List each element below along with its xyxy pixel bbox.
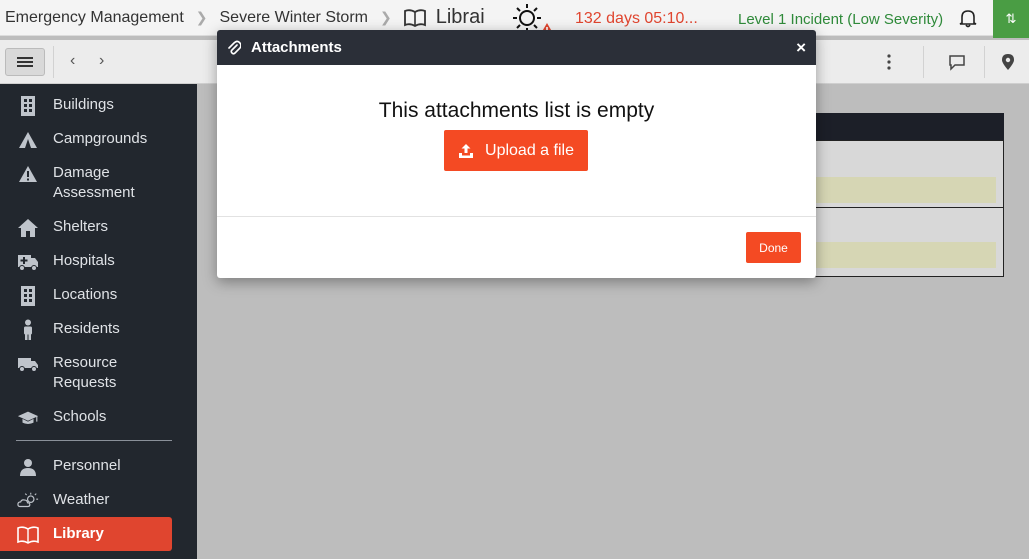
chevron-right-icon: ❯	[195, 9, 208, 25]
bell-icon[interactable]	[958, 8, 978, 28]
sidebar-item-personnel[interactable]: Personnel	[0, 456, 197, 478]
warning-icon	[17, 163, 39, 185]
sort-arrows-icon: ⇅	[1005, 11, 1017, 26]
truck-icon	[17, 353, 39, 375]
empty-state-message: This attachments list is empty	[378, 99, 655, 122]
chevron-right-icon: ❯	[379, 9, 392, 25]
more-vertical-icon[interactable]	[880, 52, 898, 72]
sidebar-divider	[16, 440, 172, 441]
menu-toggle-button[interactable]	[5, 48, 45, 76]
close-button[interactable]: ×	[796, 39, 806, 57]
book-icon	[403, 8, 426, 27]
user-icon	[17, 456, 39, 478]
incident-timer: 132 days 05:10...	[575, 10, 698, 27]
breadcrumb-emergency-management[interactable]: Emergency Management	[5, 9, 184, 27]
upload-file-button[interactable]: Upload a file	[444, 130, 588, 171]
upload-icon	[459, 143, 474, 158]
sidebar-item-locations[interactable]: Locations	[0, 285, 197, 307]
breadcrumb-severe-winter-storm[interactable]: Severe Winter Storm	[220, 9, 368, 27]
sidebar-item-buildings[interactable]: Buildings	[0, 95, 197, 117]
upload-file-label: Upload a file	[485, 141, 574, 159]
sidebar: Buildings Campgrounds Damage Assessment …	[0, 84, 197, 559]
sidebar-item-shelters[interactable]: Shelters	[0, 217, 197, 239]
hamburger-icon	[17, 57, 33, 67]
building-icon	[17, 285, 39, 307]
sidebar-item-damage-assessment[interactable]: Damage Assessment	[0, 163, 197, 203]
weather-icon	[17, 490, 39, 512]
back-arrow-icon[interactable]: ‹	[70, 52, 75, 70]
house-icon	[17, 217, 39, 239]
attachments-modal: Attachments × This attachments list is e…	[217, 30, 816, 278]
sidebar-item-schools[interactable]: Schools	[0, 407, 197, 429]
incident-level[interactable]: Level 1 Incident (Low Severity)	[738, 11, 943, 28]
sidebar-item-hospitals[interactable]: Hospitals	[0, 251, 197, 273]
tent-icon	[17, 129, 39, 151]
building-icon	[17, 95, 39, 117]
graduation-cap-icon	[17, 407, 39, 429]
ambulance-icon	[17, 251, 39, 273]
comment-icon[interactable]	[948, 52, 966, 72]
person-icon	[17, 319, 39, 341]
modal-footer-divider	[217, 216, 816, 217]
map-pin-icon[interactable]	[999, 52, 1017, 72]
book-icon	[17, 524, 39, 546]
forward-arrow-icon[interactable]: ›	[99, 52, 104, 70]
done-button[interactable]: Done	[746, 232, 801, 263]
paperclip-icon	[228, 40, 241, 55]
modal-title: Attachments	[251, 39, 342, 56]
sidebar-item-campgrounds[interactable]: Campgrounds	[0, 129, 197, 151]
sidebar-item-resource-requests[interactable]: Resource Requests	[0, 353, 197, 393]
breadcrumb-library[interactable]: Librai	[436, 6, 485, 29]
sidebar-item-library[interactable]: Library	[0, 524, 197, 546]
sort-toggle-button[interactable]: ⇅	[993, 0, 1029, 38]
modal-header: Attachments ×	[217, 30, 816, 65]
sidebar-item-weather[interactable]: Weather	[0, 490, 197, 512]
sidebar-item-residents[interactable]: Residents	[0, 319, 197, 341]
